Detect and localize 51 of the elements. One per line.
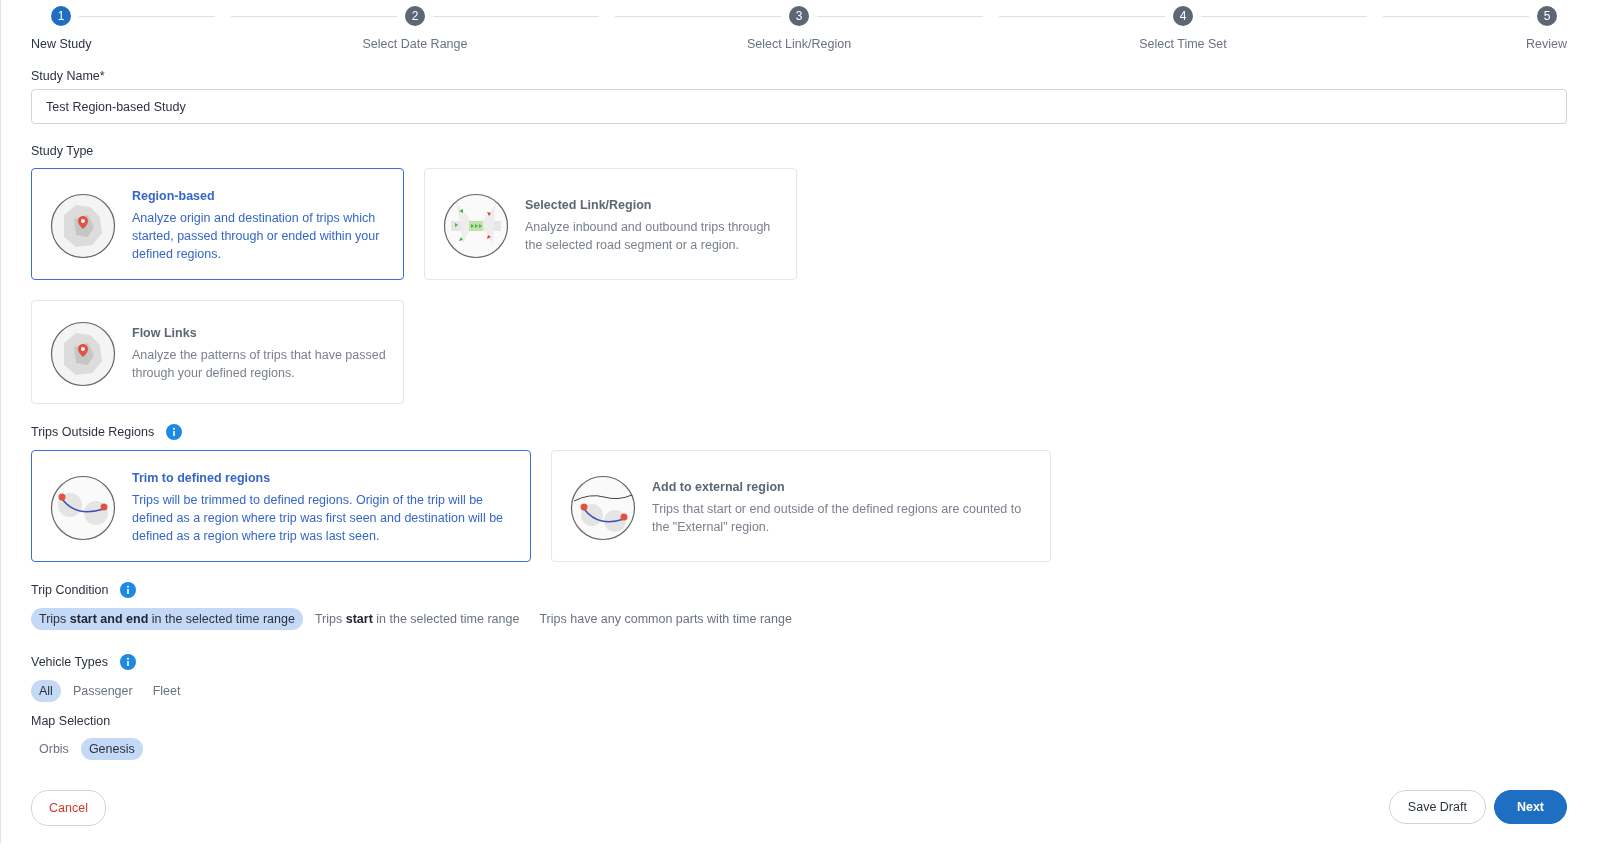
step-label: Review	[1526, 37, 1567, 51]
step-label: New Study	[31, 37, 92, 51]
option-description: Analyze inbound and outbound trips through the selected road segment or a region.	[525, 219, 772, 254]
region-map-drawing	[50, 321, 116, 387]
step-label: Select Date Range	[362, 37, 468, 51]
study-name-field[interactable]: Test Region-based Study	[31, 89, 1567, 124]
info-icon[interactable]	[166, 424, 183, 440]
option-title: Region-based	[132, 189, 216, 203]
route-map-drawing	[570, 475, 636, 541]
step-number: 4	[1173, 6, 1193, 26]
option-title: Add to external region	[652, 480, 786, 494]
option-chip[interactable]: Trips start in the selected time range	[306, 608, 528, 630]
option-description: Trips will be trimmed to defined regions. Origin of the trip will be defined as a region where trip was first seen and destination will be defined as a region where trip was last seen.	[132, 492, 505, 545]
step-number: 5	[1537, 6, 1557, 26]
option-card[interactable]: Region-based Analyze origin and destination of trips which started, passed through or ended within your defined regions.	[31, 168, 404, 280]
section-label: Study Type	[31, 144, 95, 158]
info-icon[interactable]	[120, 582, 137, 598]
option-chip[interactable]: Trips start and end in the selected time range	[31, 608, 303, 630]
option-card[interactable]: Add to external region Trips that start or end outside of the defined regions are counted to the "External" region.	[551, 450, 1051, 562]
option-description: Analyze the patterns of trips that have passed through your defined regions.	[132, 347, 387, 382]
option-chip[interactable]: Fleet	[144, 680, 189, 702]
step-number: 3	[789, 6, 809, 26]
route-map-drawing	[50, 475, 116, 541]
section-label: Vehicle Types	[31, 655, 108, 669]
cancel-button[interactable]: Cancel	[31, 790, 106, 826]
road-flow-drawing	[443, 193, 509, 259]
option-chip[interactable]: Trips have any common parts with time range	[531, 608, 800, 630]
option-card[interactable]: Flow Links Analyze the patterns of trips that have passed through your defined regions.	[31, 300, 404, 404]
option-chip[interactable]: Genesis	[80, 738, 143, 760]
step-number: 1	[51, 6, 71, 26]
next-button[interactable]: Next	[1493, 790, 1567, 824]
option-title: Flow Links	[132, 326, 198, 340]
section-label: Trip Condition	[31, 583, 109, 597]
option-chip[interactable]: Orbis	[31, 738, 77, 760]
option-chip[interactable]: All	[31, 680, 61, 702]
section-label: Map Selection	[31, 714, 112, 728]
option-chip[interactable]: Passenger	[64, 680, 141, 702]
section-label: Trips Outside Regions	[31, 425, 155, 439]
info-icon[interactable]	[119, 654, 136, 670]
region-map-drawing	[50, 193, 116, 259]
step-label: Select Link/Region	[746, 37, 852, 51]
option-description: Analyze origin and destination of trips which started, passed through or ended within your defined regions.	[132, 210, 381, 263]
save-draft-button[interactable]: Save Draft	[1388, 790, 1486, 824]
option-description: Trips that start or end outside of the defined regions are counted to the "External" region.	[652, 501, 1023, 536]
step-label: Select Time Set	[1139, 37, 1227, 51]
option-card[interactable]: Selected Link/Region Analyze inbound and outbound trips through the selected road segment or a region.	[424, 168, 797, 280]
option-title: Trim to defined regions	[132, 471, 272, 485]
option-card[interactable]	[31, 450, 531, 562]
step-number: 2	[405, 6, 425, 26]
option-title: Selected Link/Region	[525, 198, 653, 212]
field-label: Study Name*	[31, 69, 106, 83]
